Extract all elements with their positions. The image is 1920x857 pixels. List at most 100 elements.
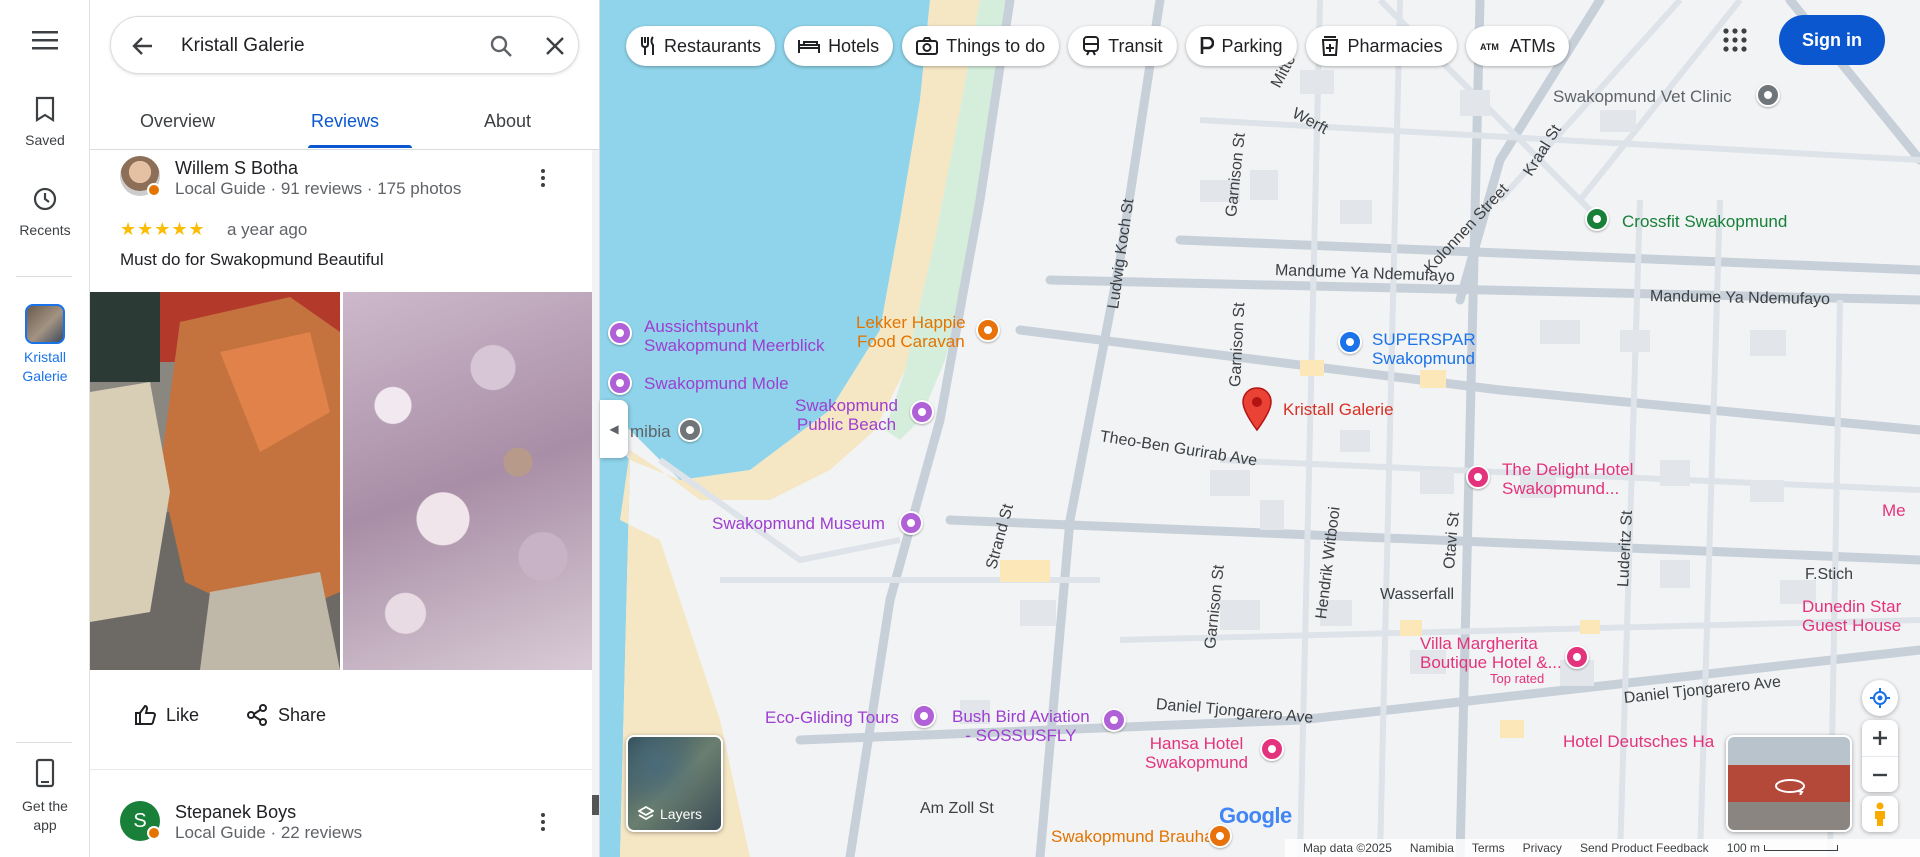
google-apps-button[interactable]	[1721, 26, 1749, 54]
privacy-link[interactable]: Privacy	[1523, 841, 1562, 855]
scale-bar	[1764, 845, 1839, 851]
search-box	[110, 16, 579, 74]
poi-kristall-galerie[interactable]: Kristall Galerie	[1283, 400, 1394, 419]
poi-lekker-happie[interactable]: Lekker Happie Food Caravan	[856, 313, 966, 351]
place-pin[interactable]	[1756, 83, 1780, 107]
place-tabs: Overview Reviews About	[90, 96, 599, 150]
country-label[interactable]: Namibia	[1410, 841, 1454, 855]
bed-icon	[798, 40, 821, 53]
search-icon	[490, 35, 512, 57]
left-rail: Saved Recents Kristall Galerie Get the a…	[0, 0, 90, 857]
chip-restaurants[interactable]: Restaurants	[626, 26, 776, 66]
poi-crossfit[interactable]: Crossfit Swakopmund	[1622, 212, 1787, 231]
map-data-attribution[interactable]: Map data ©2025	[1303, 841, 1392, 855]
attraction-pin[interactable]	[910, 400, 934, 424]
reviewer-name[interactable]: Stepanek Boys	[175, 802, 296, 823]
search-button[interactable]	[489, 34, 513, 63]
street-view-thumbnail[interactable]	[1726, 735, 1852, 832]
like-button[interactable]: Like	[134, 704, 199, 726]
plus-icon	[1873, 731, 1887, 745]
search-input[interactable]	[181, 31, 451, 61]
category-chips: Restaurants Hotels Things to do Transit …	[626, 26, 1570, 66]
clear-search-button[interactable]	[543, 34, 567, 63]
poi-mole[interactable]: Swakopmund Mole	[644, 374, 789, 393]
poi-museum[interactable]: Swakopmund Museum	[712, 514, 885, 533]
poi-vet-clinic[interactable]: Swakopmund Vet Clinic	[1553, 87, 1732, 106]
scrollbar-thumb[interactable]	[592, 795, 599, 815]
attraction-pin[interactable]	[608, 371, 632, 395]
tab-about[interactable]: About	[484, 111, 531, 132]
layers-label: Layers	[660, 806, 703, 822]
place-pin[interactable]	[678, 418, 702, 442]
get-app-button[interactable]: Get the app	[0, 758, 90, 835]
gym-pin[interactable]	[1585, 207, 1609, 231]
back-button[interactable]	[131, 34, 155, 63]
attraction-pin[interactable]	[912, 704, 936, 728]
menu-button[interactable]	[0, 30, 90, 55]
attraction-pin[interactable]	[899, 511, 923, 535]
tab-overview[interactable]: Overview	[140, 111, 215, 132]
chip-pharmacies[interactable]: Pharmacies	[1305, 26, 1457, 66]
chip-label: Pharmacies	[1347, 35, 1443, 56]
sign-in-button[interactable]: Sign in	[1779, 15, 1885, 65]
hamburger-icon	[32, 31, 58, 50]
chip-parking[interactable]: Parking	[1185, 26, 1297, 66]
poi-eco-gliding[interactable]: Eco-Gliding Tours	[765, 708, 899, 727]
review-more-button[interactable]	[540, 812, 546, 837]
thumb-up-icon	[135, 704, 156, 725]
chip-atms[interactable]: ATM ATMs	[1465, 26, 1570, 66]
scale-label[interactable]: 100 m	[1727, 841, 1760, 855]
rock-photo	[90, 292, 340, 670]
poi-bush-bird[interactable]: Bush Bird Aviation - SOSSUSFLY	[952, 707, 1090, 745]
attraction-pin[interactable]	[608, 321, 632, 345]
recent-place-kristall[interactable]: Kristall Galerie	[0, 304, 90, 386]
panel-scrollbar[interactable]	[592, 150, 599, 857]
zoom-controls	[1862, 720, 1898, 792]
street-f-stich: F.Stich	[1805, 566, 1854, 583]
poi-hansa-hotel[interactable]: Hansa Hotel Swakopmund	[1145, 734, 1248, 772]
my-location-button[interactable]	[1862, 680, 1898, 716]
collapse-panel-button[interactable]: ◀	[600, 400, 628, 458]
zoom-in-button[interactable]	[1862, 720, 1898, 756]
poi-me[interactable]: Me	[1882, 501, 1906, 520]
map-canvas[interactable]: Aussichtspunkt Swakopmund Meerblick Swak…	[600, 0, 1920, 857]
feedback-link[interactable]: Send Product Feedback	[1580, 841, 1709, 855]
google-logo: Google	[1219, 803, 1292, 828]
poi-dunedin-star[interactable]: Dunedin Star Guest House	[1802, 597, 1901, 635]
poi-aussichtspunkt[interactable]: Aussichtspunkt Swakopmund Meerblick	[644, 317, 824, 355]
poi-public-beach[interactable]: Swakopmund Public Beach	[795, 396, 898, 434]
poi-brauhaus[interactable]: Swakopmund Brauhaus	[1051, 827, 1232, 846]
poi-superspar[interactable]: SUPERSPAR Swakopmund	[1372, 330, 1476, 368]
map-pin-icon[interactable]	[1240, 386, 1274, 432]
reviewer-name[interactable]: Willem S Botha	[175, 158, 298, 179]
terms-link[interactable]: Terms	[1472, 841, 1505, 855]
review-photo-1[interactable]	[90, 292, 340, 670]
poi-deutsches-haus[interactable]: Hotel Deutsches Ha	[1563, 732, 1714, 751]
chip-hotels[interactable]: Hotels	[784, 26, 894, 66]
poi-villa-margherita[interactable]: Villa Margherita Boutique Hotel &...	[1420, 634, 1562, 672]
chip-things-to-do[interactable]: Things to do	[902, 26, 1060, 66]
tab-reviews[interactable]: Reviews	[311, 111, 379, 132]
train-icon	[1083, 36, 1100, 56]
reviewer-meta: Local Guide · 91 reviews · 175 photos	[175, 179, 462, 198]
recents-button[interactable]: Recents	[0, 186, 90, 240]
layers-button[interactable]: Layers	[626, 735, 723, 832]
shopping-pin[interactable]	[1338, 330, 1362, 354]
share-button[interactable]: Share	[246, 704, 326, 726]
hotel-pin[interactable]	[1565, 645, 1589, 669]
restaurant-pin[interactable]	[976, 318, 1000, 342]
attraction-pin[interactable]	[1102, 708, 1126, 732]
zoom-out-button[interactable]	[1862, 756, 1898, 792]
saved-button[interactable]: Saved	[0, 96, 90, 150]
poi-namibia[interactable]: mibia	[630, 422, 671, 441]
review-more-button[interactable]	[540, 168, 546, 193]
review-photo-2[interactable]	[343, 292, 593, 670]
street-wasserfall: Wasserfall	[1380, 586, 1455, 603]
parking-icon	[1200, 37, 1214, 54]
hotel-pin[interactable]	[1260, 737, 1284, 761]
pegman-button[interactable]	[1862, 796, 1898, 832]
place-panel: Overview Reviews About Willem S Botha Lo…	[90, 0, 600, 857]
hotel-pin[interactable]	[1466, 465, 1490, 489]
chip-transit[interactable]: Transit	[1068, 26, 1177, 66]
poi-delight-hotel[interactable]: The Delight Hotel Swakopmund...	[1502, 460, 1633, 498]
